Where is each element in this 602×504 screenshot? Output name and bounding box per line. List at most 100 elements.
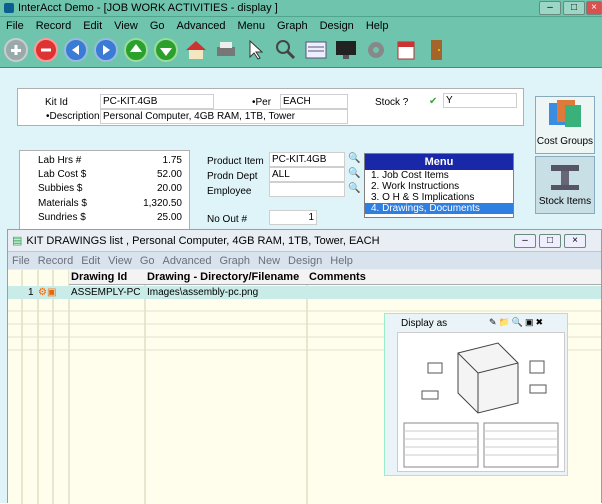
lab-hrs-label: Lab Hrs # <box>38 155 82 166</box>
menu-item-work-instructions[interactable]: 2. Work Instructions <box>365 181 513 192</box>
product-search-icon[interactable]: 🔍 <box>348 153 360 164</box>
calendar-icon[interactable] <box>394 38 418 62</box>
sundries-label: Sundries $ <box>38 212 86 223</box>
sub-close-button[interactable]: × <box>564 234 586 248</box>
sub-menu-view[interactable]: View <box>104 255 136 267</box>
stock-items-button[interactable]: Stock Items <box>535 156 595 214</box>
kit-drawings-title-bar: ▤ KIT DRAWINGS list , Personal Computer,… <box>8 230 601 252</box>
employee-label: Employee <box>207 186 252 197</box>
col-comments[interactable]: Comments <box>307 270 601 285</box>
sub-menu-go[interactable]: Go <box>136 255 159 267</box>
subbies-value: 20.00 <box>156 183 182 194</box>
close-button[interactable]: × <box>586 1 602 15</box>
exit-door-icon[interactable] <box>424 38 448 62</box>
pointer-icon[interactable] <box>244 38 268 62</box>
menu-help[interactable]: Help <box>360 20 395 32</box>
menu-item-job-cost[interactable]: 1. Job Cost Items <box>365 170 513 181</box>
main-menu-bar: File Record Edit View Go Advanced Menu G… <box>0 17 602 34</box>
per-label: •Per <box>252 97 272 108</box>
materials-label: Materials $ <box>38 198 87 209</box>
prodn-dept-field[interactable]: ALL <box>269 167 345 182</box>
minimize-button[interactable]: – <box>539 1 561 15</box>
row-drawing-id[interactable]: ASSEMPLY-PC <box>71 286 140 299</box>
row-filename[interactable]: Images\assembly-pc.png <box>147 286 258 299</box>
employee-search-icon[interactable]: 🔍 <box>348 183 360 194</box>
first-icon[interactable] <box>64 38 88 62</box>
per-field[interactable]: EACH <box>280 94 348 109</box>
menu-graph[interactable]: Graph <box>271 20 314 32</box>
menu-design[interactable]: Design <box>314 20 360 32</box>
col-filename[interactable]: Drawing - Directory/Filename <box>145 270 307 285</box>
menu-item-ohs[interactable]: 3. O H & S Implications <box>365 192 513 203</box>
down-icon[interactable] <box>154 38 178 62</box>
menu-go[interactable]: Go <box>144 20 171 32</box>
stock-label: Stock ? <box>375 97 409 108</box>
employee-field[interactable] <box>269 182 345 197</box>
sub-maximize-button[interactable]: □ <box>539 234 561 248</box>
toolbar <box>0 34 602 68</box>
up-icon[interactable] <box>124 38 148 62</box>
preview-tools[interactable]: ✎📁🔍▣✖ <box>489 317 545 328</box>
sub-minimize-button[interactable]: – <box>514 234 536 248</box>
col-drawing-id[interactable]: Drawing Id <box>69 270 145 285</box>
row-action-icons[interactable]: ⚙▣ <box>38 286 56 299</box>
prodn-dept-label: Prodn Dept <box>207 171 258 182</box>
row-number: 1 <box>28 287 34 298</box>
app-title-bar: InterAcct Demo - [JOB WORK ACTIVITIES - … <box>0 0 602 17</box>
kit-id-label: Kit Id <box>45 97 68 108</box>
kit-header-panel: Kit Id PC-KIT.4GB •Per EACH Stock ? ✔ Y … <box>17 88 524 126</box>
sub-menu-file[interactable]: File <box>8 255 34 267</box>
menu-file[interactable]: File <box>0 20 30 32</box>
kit-id-field[interactable]: PC-KIT.4GB <box>100 94 214 109</box>
assembly-image <box>397 332 565 472</box>
window-icon: ▤ <box>12 235 23 247</box>
list-icon[interactable] <box>304 38 328 62</box>
sub-menu-edit[interactable]: Edit <box>77 255 104 267</box>
sundries-value: 25.00 <box>156 212 182 223</box>
product-item-label: Product Item <box>207 156 264 167</box>
menu-advanced[interactable]: Advanced <box>171 20 232 32</box>
table-row[interactable]: 1 ⚙▣ ASSEMPLY-PC Images\assembly-pc.png <box>8 286 601 299</box>
cost-summary-panel: Lab Hrs # 1.75 Lab Cost $ 52.00 Subbies … <box>19 150 190 230</box>
delete-icon[interactable] <box>34 38 58 62</box>
sub-menu-design[interactable]: Design <box>284 255 326 267</box>
product-item-field[interactable]: PC-KIT.4GB <box>269 152 345 167</box>
menu-record[interactable]: Record <box>30 20 77 32</box>
subbies-label: Subbies $ <box>38 183 83 194</box>
menu-view[interactable]: View <box>108 20 144 32</box>
dept-search-icon[interactable]: 🔍 <box>348 168 360 179</box>
monitor-icon[interactable] <box>334 38 358 62</box>
assembly-diagram <box>403 342 559 468</box>
home-icon[interactable] <box>184 38 208 62</box>
maximize-button[interactable]: □ <box>563 1 585 15</box>
gear-icon[interactable] <box>364 38 388 62</box>
no-out-field[interactable]: 1 <box>269 210 317 225</box>
search-icon[interactable] <box>274 38 298 62</box>
materials-value: 1,320.50 <box>143 198 182 209</box>
sub-menu-advanced[interactable]: Advanced <box>159 255 216 267</box>
last-icon[interactable] <box>94 38 118 62</box>
sub-menu-help[interactable]: Help <box>326 255 357 267</box>
app-icon <box>4 3 14 13</box>
cost-groups-button[interactable]: Cost Groups <box>535 96 595 154</box>
lab-cost-label: Lab Cost $ <box>38 169 87 180</box>
stock-items-icon <box>551 165 579 190</box>
menu-edit[interactable]: Edit <box>77 20 108 32</box>
add-icon[interactable] <box>4 38 28 62</box>
lab-hrs-value: 1.75 <box>162 155 182 166</box>
stock-items-label: Stock Items <box>538 196 592 207</box>
menu-item-drawings[interactable]: 4. Drawings, Documents <box>365 203 513 214</box>
print-icon[interactable] <box>214 38 238 62</box>
sub-menu-graph[interactable]: Graph <box>215 255 254 267</box>
menu-menu[interactable]: Menu <box>231 20 271 32</box>
description-field[interactable]: Personal Computer, 4GB RAM, 1TB, Tower <box>100 109 348 124</box>
sub-menu-record[interactable]: Record <box>34 255 77 267</box>
sub-menu-bar: File Record Edit View Go Advanced Graph … <box>8 252 601 269</box>
preview-panel: Display as ✎📁🔍▣✖ <box>384 313 568 476</box>
kit-drawings-title: KIT DRAWINGS list , Personal Computer, 4… <box>26 234 380 247</box>
stock-field[interactable]: Y <box>443 93 517 108</box>
drawings-grid: Drawing Id Drawing - Directory/Filename … <box>8 270 601 504</box>
sub-menu-new[interactable]: New <box>254 255 284 267</box>
menu-panel: Menu 1. Job Cost Items 2. Work Instructi… <box>364 153 514 218</box>
cost-groups-label: Cost Groups <box>536 136 594 147</box>
